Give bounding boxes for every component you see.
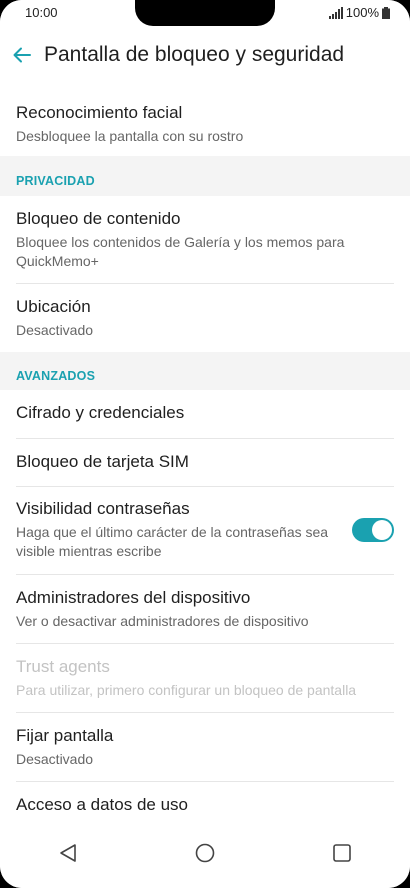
item-title: Acceso a datos de uso [16, 795, 189, 814]
item-subtitle: Ver o desactivar administradores de disp… [16, 613, 309, 629]
navigation-bar [0, 818, 410, 888]
page-title: Pantalla de bloqueo y seguridad [44, 43, 345, 66]
item-subtitle: Desbloquee la pantalla con su rostro [16, 128, 244, 144]
section-header-avanzados: AVANZADOS [16, 369, 96, 383]
list-item-acceso-datos-uso[interactable]: Acceso a datos de uso [16, 794, 394, 816]
item-subtitle: Para utilizar, primero configurar un blo… [16, 682, 357, 698]
list-item-fijar-pantalla[interactable]: Fijar pantalla Desactivado [16, 725, 394, 769]
list-item-ubicacion[interactable]: Ubicación Desactivado [16, 296, 394, 340]
divider [16, 574, 394, 575]
status-indicators: 100% [328, 5, 390, 20]
recents-square-icon [332, 844, 351, 862]
item-title: Bloqueo de contenido [16, 209, 181, 228]
section-header-privacidad: PRIVACIDAD [16, 174, 95, 188]
item-subtitle: Desactivado [16, 751, 94, 767]
item-subtitle: Desactivado [16, 322, 94, 338]
item-title: Visibilidad contraseñas [16, 499, 190, 518]
divider [16, 438, 394, 439]
visibilidad-toggle-switch[interactable] [352, 518, 394, 542]
phone-screen: 10:00 100% Pantalla de bloqueo y segurid… [0, 0, 410, 888]
list-item-bloqueo-sim[interactable]: Bloqueo de tarjeta SIM [16, 451, 394, 473]
settings-list[interactable]: Reconocimiento facial Desbloquee la pant… [0, 90, 410, 818]
status-time: 10:00 [25, 5, 58, 20]
item-title: Fijar pantalla [16, 726, 114, 745]
list-item-bloqueo-contenido[interactable]: Bloqueo de contenido Bloquee los conteni… [16, 208, 394, 271]
nav-back-button[interactable] [38, 828, 98, 878]
item-title: Reconocimiento facial [16, 103, 183, 122]
list-item-cifrado-credenciales[interactable]: Cifrado y credenciales [16, 402, 394, 424]
back-triangle-icon [60, 844, 77, 862]
toggle-knob [372, 520, 392, 540]
list-item-reconocimiento-facial[interactable]: Reconocimiento facial Desbloquee la pant… [16, 102, 394, 146]
back-button[interactable] [0, 33, 44, 77]
item-title: Trust agents [16, 657, 110, 676]
item-title: Bloqueo de tarjeta SIM [16, 452, 189, 471]
list-item-administradores-dispositivo[interactable]: Administradores del dispositivo Ver o de… [16, 587, 394, 631]
divider [16, 643, 394, 644]
battery-percentage: 100% [345, 5, 379, 20]
home-circle-icon [195, 843, 215, 863]
section-privacidad-band: PRIVACIDAD [0, 156, 410, 196]
list-item-visibilidad-contrasenas[interactable]: Visibilidad contraseñas Haga que el últi… [16, 498, 340, 561]
status-bar: 10:00 100% [0, 0, 410, 26]
item-subtitle: Bloquee los contenidos de Galería y los … [16, 234, 345, 269]
app-bar: Pantalla de bloqueo y seguridad [0, 26, 410, 84]
section-avanzados-band: AVANZADOS [0, 352, 410, 390]
camera-notch [135, 0, 275, 26]
divider [16, 712, 394, 713]
nav-home-button[interactable] [175, 828, 235, 878]
nav-recents-button[interactable] [312, 828, 372, 878]
list-item-trust-agents: Trust agents Para utilizar, primero conf… [16, 656, 394, 700]
divider [16, 283, 394, 284]
arrow-left-icon [13, 47, 31, 63]
divider [16, 486, 394, 487]
item-title: Administradores del dispositivo [16, 588, 251, 607]
item-title: Ubicación [16, 297, 91, 316]
battery-icon [382, 6, 390, 19]
divider [16, 781, 394, 782]
item-title: Cifrado y credenciales [16, 403, 185, 422]
item-subtitle: Haga que el último carácter de la contra… [16, 524, 329, 559]
signal-icon [328, 6, 343, 19]
